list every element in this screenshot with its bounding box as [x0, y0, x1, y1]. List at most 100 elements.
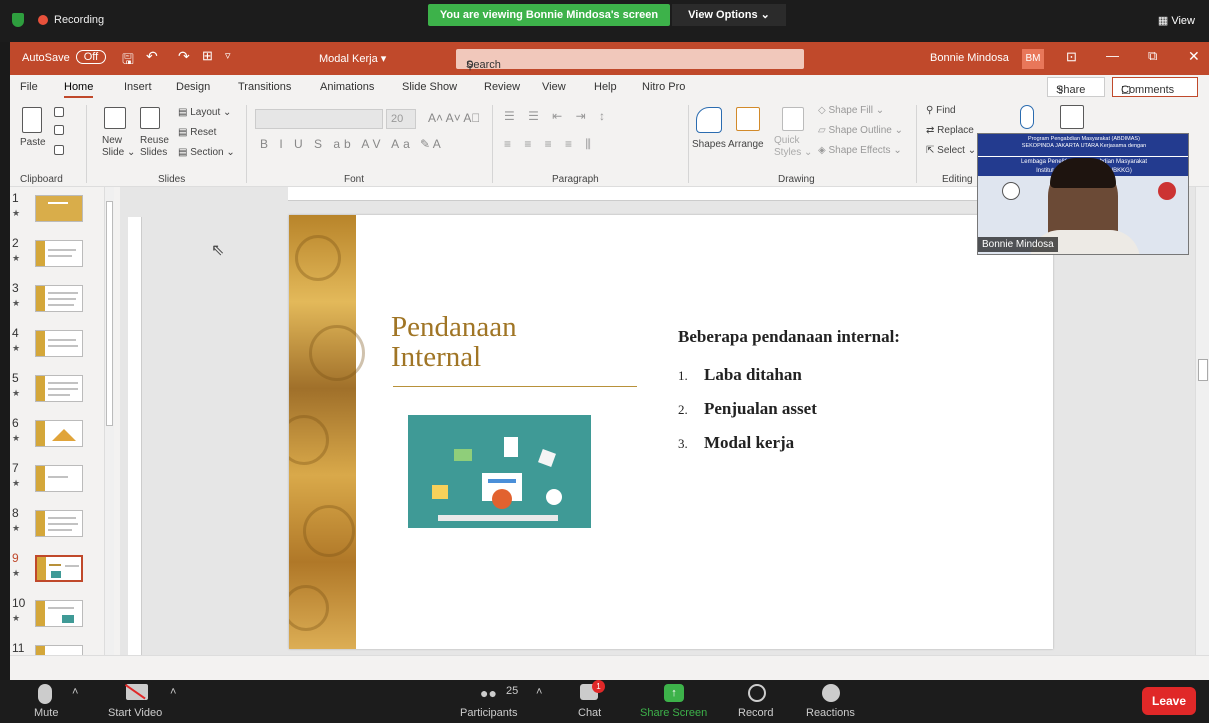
save-icon[interactable]: 🖫 [122, 49, 134, 73]
thumbnail-slide-8[interactable]: 8 ★ [10, 506, 110, 546]
thumbnail-slide-1[interactable]: 1 ★ [10, 191, 110, 231]
paste-icon[interactable] [22, 107, 42, 133]
tab-review[interactable]: Review [484, 81, 520, 93]
participants-icon[interactable]: ●● [480, 685, 497, 701]
user-name[interactable]: Bonnie Mindosa [930, 52, 1009, 64]
thumbnail-slide-7[interactable]: 7 ★ [10, 461, 110, 501]
list-item[interactable]: 3. Modal kerja [678, 433, 794, 453]
font-format-icons[interactable]: B I U S ab AV Aa [260, 137, 414, 151]
close-icon[interactable]: ✕ [1188, 48, 1200, 65]
chat-button[interactable]: Chat [578, 707, 601, 719]
minimize-icon[interactable]: — [1106, 48, 1119, 63]
view-button[interactable]: ▦ View [1158, 14, 1195, 27]
thumbnail-slide-4[interactable]: 4 ★ [10, 326, 110, 366]
thumbnail-slide-3[interactable]: 3 ★ [10, 281, 110, 321]
comments-button[interactable]: ☐ Comments [1112, 77, 1198, 97]
section-button[interactable]: ▤ Section ⌄ [178, 147, 235, 158]
participant-video[interactable]: Program Pengabdian Masyarakat (ABDIMAS) … [977, 133, 1189, 255]
tab-home[interactable]: Home [64, 81, 94, 98]
cut-icon[interactable] [54, 107, 64, 117]
chevron-up-icon[interactable]: ˄ [536, 686, 542, 698]
record-button[interactable]: Record [738, 707, 773, 719]
slide-scrollbar[interactable] [1195, 187, 1209, 655]
share-screen-button[interactable]: Share Screen [640, 707, 707, 719]
tab-help[interactable]: Help [594, 81, 617, 93]
thumbnail-slide-9[interactable]: 9 ★ [10, 551, 110, 591]
redo-icon[interactable]: ↷ [178, 48, 190, 65]
thumbnail-slide-10[interactable]: 10 ★ [10, 596, 110, 636]
thumbnail-slide-2[interactable]: 2 ★ [10, 236, 110, 276]
document-title[interactable]: Modal Kerja ▾ [319, 52, 386, 65]
avatar[interactable]: BM [1022, 49, 1044, 69]
shape-fill-button[interactable]: ◇ Shape Fill ⌄ [818, 105, 884, 116]
copy-icon[interactable] [54, 125, 64, 135]
shapes-label[interactable]: Shapes [692, 139, 726, 150]
paste-label[interactable]: Paste [20, 137, 46, 148]
slide-canvas[interactable]: Pendanaan Internal Beberapa pendanaan in… [289, 215, 1053, 649]
shape-effects-button[interactable]: ◈ Shape Effects ⌄ [818, 145, 902, 156]
list-item[interactable]: 1. Laba ditahan [678, 365, 802, 385]
undo-icon[interactable]: ↶ [146, 48, 158, 65]
tab-slide-show[interactable]: Slide Show [402, 81, 457, 93]
smiley-icon[interactable] [822, 684, 840, 702]
start-video-button[interactable]: Start Video [108, 707, 162, 719]
new-slide-label[interactable]: New Slide ⌄ [102, 135, 135, 159]
thumbnail-slide-5[interactable]: 5 ★ [10, 371, 110, 411]
list-item[interactable]: 2. Penjualan asset [678, 399, 817, 419]
tab-insert[interactable]: Insert [124, 81, 152, 93]
replace-button[interactable]: ⇄ Replace [926, 125, 974, 136]
recording-indicator[interactable]: Recording [12, 13, 104, 27]
font-grow-icon[interactable]: A˄ A˅ A⃥ [428, 111, 480, 125]
ribbon-display-icon[interactable]: ⊡ [1066, 49, 1077, 65]
reactions-button[interactable]: Reactions [806, 707, 855, 719]
select-button[interactable]: ⇱ Select ⌄ [926, 145, 976, 156]
chevron-up-icon[interactable]: ˄ [170, 686, 176, 698]
highlight-icon[interactable]: ✎ A [420, 137, 441, 151]
slide-heading[interactable]: Beberapa pendanaan internal: [678, 327, 900, 347]
thumbnail-slide-11[interactable]: 11 [10, 641, 110, 655]
share-button[interactable]: ⇪ Share [1047, 77, 1105, 97]
font-name-box[interactable] [255, 109, 383, 129]
tab-animations[interactable]: Animations [320, 81, 374, 93]
new-slide-icon[interactable] [104, 107, 126, 129]
list-icons[interactable]: ☰ ☰ ⇤ ⇥ ↕ [504, 109, 610, 123]
find-button[interactable]: ⚲ Find [926, 105, 956, 116]
reuse-slides-label[interactable]: Reuse Slides [140, 135, 169, 159]
view-options-button[interactable]: View Options ⌄ [672, 4, 786, 26]
chevron-up-icon[interactable]: ˄ [72, 686, 78, 698]
autosave-toggle[interactable]: Off [76, 50, 106, 64]
format-painter-icon[interactable] [54, 145, 64, 155]
designer-icon[interactable] [1060, 105, 1084, 129]
record-icon[interactable] [748, 684, 766, 702]
slide-title[interactable]: Pendanaan Internal [391, 312, 641, 372]
tab-transitions[interactable]: Transitions [238, 81, 291, 93]
shape-outline-button[interactable]: ▱ Shape Outline ⌄ [818, 125, 903, 136]
dictate-icon[interactable] [1020, 105, 1034, 129]
quick-styles-icon[interactable] [782, 107, 804, 131]
arrange-label[interactable]: Arrange [728, 139, 764, 150]
tab-nitro-pro[interactable]: Nitro Pro [642, 81, 685, 93]
scrollbar-thumb[interactable] [106, 201, 113, 426]
shapes-icon[interactable] [696, 107, 722, 133]
finance-illustration[interactable] [408, 415, 591, 528]
tab-file[interactable]: File [20, 81, 38, 93]
restore-icon[interactable]: ⧉ [1148, 48, 1157, 64]
customize-icon[interactable]: ▿ [225, 49, 231, 62]
tab-design[interactable]: Design [176, 81, 210, 93]
layout-button[interactable]: ▤ Layout ⌄ [178, 107, 231, 118]
tab-view[interactable]: View [542, 81, 566, 93]
reuse-slides-icon[interactable] [140, 107, 160, 129]
present-icon[interactable]: ⊞ [202, 48, 213, 64]
reset-button[interactable]: ▤ Reset [178, 127, 216, 138]
leave-button[interactable]: Leave [1142, 687, 1196, 715]
scrollbar-thumb[interactable] [1198, 359, 1208, 381]
font-size-box[interactable]: 20 [386, 109, 416, 129]
thumbnail-scrollbar[interactable] [104, 187, 114, 655]
thumbnail-slide-6[interactable]: 6 ★ [10, 416, 110, 456]
share-screen-icon[interactable]: ↑ [664, 684, 684, 702]
quick-styles-label[interactable]: Quick Styles ⌄ [774, 135, 812, 159]
align-icons[interactable]: ≡ ≡ ≡ ≡ ⫼ [504, 137, 596, 152]
mute-button[interactable]: Mute [34, 707, 58, 719]
search-box[interactable]: ⚲ Search [456, 49, 804, 72]
arrange-icon[interactable] [736, 107, 760, 131]
